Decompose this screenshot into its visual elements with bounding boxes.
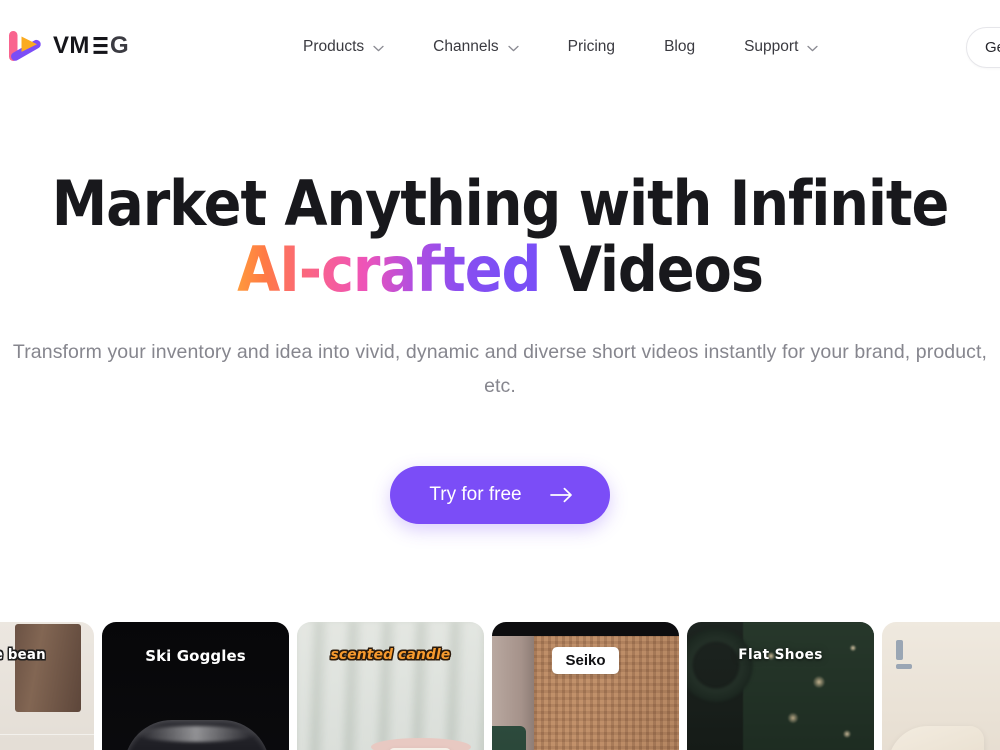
hero-subheading: Transform your inventory and idea into v… [12, 341, 988, 397]
card-artwork [102, 622, 289, 750]
try-for-free-button[interactable]: Try for free [390, 465, 610, 524]
card-artwork [0, 622, 94, 750]
brand-logo[interactable]: VM G [8, 29, 141, 66]
nav-label: Channels [433, 38, 499, 55]
christmas-tree-decor [743, 622, 874, 750]
nav-label: Support [744, 38, 799, 55]
showcase-card-ski-goggles[interactable]: Ski Goggles [102, 622, 289, 750]
cta-label: Try for free [429, 483, 522, 505]
showcase-card-strip: coffee bean Ski Goggles scented candle S… [0, 622, 1000, 750]
nav-label: Pricing [567, 38, 616, 55]
nav-label: Products [303, 38, 365, 55]
nav-item-support[interactable]: Support [744, 38, 819, 56]
card-label: Flat Shoes [738, 647, 823, 663]
card-label-container: Seiko [492, 647, 679, 674]
card-label: Ski Goggles [145, 647, 246, 665]
card-mark-decor [896, 664, 912, 669]
card-label: Seiko [552, 647, 619, 674]
nav-label: Blog [664, 38, 696, 55]
chevron-down-icon [807, 45, 819, 52]
nav-item-blog[interactable]: Blog [664, 38, 695, 56]
backdrop-texture [297, 622, 484, 750]
header-get-started-button[interactable]: Get started [966, 27, 1000, 68]
product-image [888, 726, 984, 750]
headline-line-2-rest: Videos [540, 232, 764, 306]
hero-section: Market Anything with Infinite AI-crafted… [0, 94, 1000, 524]
card-artwork [687, 622, 874, 750]
card-label: scented candle [330, 647, 451, 663]
card-seam [0, 734, 94, 735]
nav-item-pricing[interactable]: Pricing [568, 38, 615, 56]
showcase-card-flat-shoes[interactable]: Flat Shoes [687, 622, 874, 750]
card-label: coffee bean [0, 647, 46, 663]
product-highlight [136, 726, 256, 742]
chevron-down-icon [508, 45, 519, 52]
showcase-card-coffee-bean[interactable]: coffee bean [0, 622, 94, 750]
vmeg-play-logo-icon [8, 29, 44, 66]
headline-line-1: Market Anything with Infinite [51, 167, 950, 240]
card-artwork [297, 622, 484, 750]
site-header: VM G Products Channels Pricing Blog Supp… [0, 0, 1000, 94]
brand-wordmark: VM G [53, 32, 141, 64]
nav-item-channels[interactable]: Channels [433, 38, 519, 56]
showcase-card-scented-candle[interactable]: scented candle [297, 622, 484, 750]
nav-item-products[interactable]: Products [303, 38, 384, 56]
card-artwork [492, 622, 679, 750]
backdrop-edge [492, 726, 526, 750]
hero-cta-container: Try for free [0, 465, 1000, 524]
showcase-card-partial[interactable] [882, 622, 1000, 750]
page-title: Market Anything with Infinite AI-crafted… [50, 171, 950, 302]
headline-line-2: AI-crafted Videos [50, 236, 950, 303]
header-cta-label: Get started [985, 39, 1000, 56]
main-navigation: Products Channels Pricing Blog Support [303, 0, 819, 94]
card-mark-decor [896, 640, 903, 660]
svg-text:VM: VM [53, 33, 90, 59]
svg-text:G: G [110, 33, 129, 59]
arrow-right-icon [549, 487, 574, 503]
showcase-card-seiko[interactable]: Seiko [492, 622, 679, 750]
product-image [15, 624, 81, 712]
card-artwork [882, 622, 1000, 750]
headline-gradient-text: AI-crafted [237, 232, 541, 306]
chevron-down-icon [373, 45, 384, 52]
